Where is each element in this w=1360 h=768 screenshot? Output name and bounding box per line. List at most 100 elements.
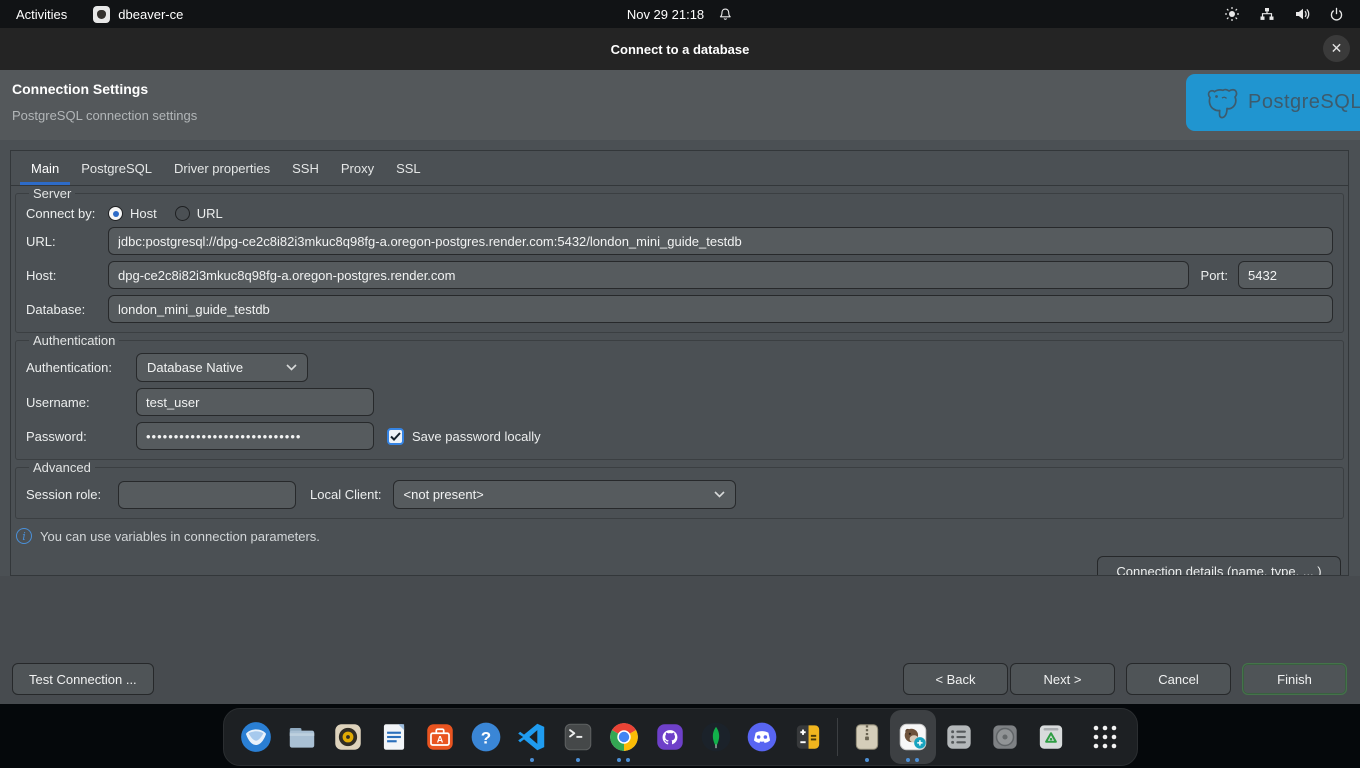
dock-item-libreoffice-writer[interactable] (371, 710, 417, 764)
dbeaver-app-icon (93, 6, 110, 23)
connect-by-url-radio[interactable] (175, 206, 190, 221)
finish-button[interactable]: Finish (1242, 663, 1347, 695)
ubuntu-software-icon: A (423, 720, 457, 754)
next-button[interactable]: Next > (1010, 663, 1115, 695)
database-input[interactable] (108, 295, 1333, 323)
running-indicator (865, 758, 869, 762)
clock-menu[interactable]: Nov 29 21:18 (627, 7, 733, 22)
tab-ssl[interactable]: SSL (385, 154, 432, 185)
system-status-menu[interactable] (1224, 0, 1360, 28)
show-applications-icon (1090, 722, 1120, 752)
authentication-group: Authentication Authentication: Database … (15, 333, 1344, 460)
connect-by-host-radio[interactable] (108, 206, 123, 221)
host-row: Host: Port: (26, 261, 1333, 289)
server-group-legend: Server (29, 186, 75, 201)
tab-proxy[interactable]: Proxy (330, 154, 385, 185)
svg-text:A: A (436, 735, 443, 745)
dock-separator (837, 718, 838, 756)
dialog-title: Connect to a database (611, 42, 750, 57)
wizard-header: Connection Settings PostgreSQL connectio… (0, 70, 1360, 140)
connect-by-host-label[interactable]: Host (130, 206, 157, 221)
terminal-icon (561, 720, 595, 754)
authentication-group-legend: Authentication (29, 333, 119, 348)
dialog-button-area: Test Connection ... < Back Next > Cancel… (0, 576, 1360, 704)
postgresql-wordmark: PostgreSQL (1248, 91, 1360, 114)
port-label: Port: (1201, 268, 1228, 283)
password-label: Password: (26, 429, 136, 444)
tab-main[interactable]: Main (20, 154, 70, 185)
disc-burner-icon (988, 720, 1022, 754)
cancel-button[interactable]: Cancel (1126, 663, 1231, 695)
rhythmbox-icon (331, 720, 365, 754)
session-role-input[interactable] (118, 481, 296, 509)
url-label: URL: (26, 234, 108, 249)
dock-item-rhythmbox[interactable] (325, 710, 371, 764)
local-client-select[interactable]: <not present> (393, 480, 736, 509)
username-input[interactable] (136, 388, 374, 416)
thunderbird-icon (239, 720, 273, 754)
dock-item-archive-manager[interactable] (844, 710, 890, 764)
dock-item-chrome[interactable] (601, 710, 647, 764)
back-button[interactable]: < Back (903, 663, 1008, 695)
files-icon (285, 720, 319, 754)
github-desktop-icon (653, 720, 687, 754)
dock-item-discord[interactable] (739, 710, 785, 764)
activities-button[interactable]: Activities (16, 7, 67, 22)
dock-item-disc-burner[interactable] (982, 710, 1028, 764)
dock-item-thunderbird[interactable] (233, 710, 279, 764)
trash-icon (1034, 720, 1068, 754)
username-row: Username: (26, 388, 1333, 416)
running-indicator (906, 758, 919, 762)
dock-item-help[interactable]: ? (463, 710, 509, 764)
settings-list-icon (942, 720, 976, 754)
authentication-selected-value: Database Native (147, 360, 286, 375)
authentication-select[interactable]: Database Native (136, 353, 308, 382)
advanced-group-legend: Advanced (29, 460, 95, 475)
auth-type-row: Authentication: Database Native (26, 353, 1333, 382)
password-row: Password: Save password locally (26, 422, 1333, 450)
port-input[interactable] (1238, 261, 1333, 289)
connect-by-url-label[interactable]: URL (197, 206, 223, 221)
tab-ssh[interactable]: SSH (281, 154, 330, 185)
dock-item-mongodb[interactable] (693, 710, 739, 764)
dock-item-settings-list[interactable] (936, 710, 982, 764)
calculator-icon (791, 720, 825, 754)
info-icon: i (16, 528, 32, 544)
tab-driver-properties[interactable]: Driver properties (163, 154, 281, 185)
page-subtitle: PostgreSQL connection settings (12, 108, 197, 123)
save-password-checkbox[interactable] (387, 428, 404, 445)
database-row: Database: (26, 295, 1333, 323)
dock-item-github-desktop[interactable] (647, 710, 693, 764)
focused-app-menu[interactable]: dbeaver-ce (93, 6, 183, 23)
page-title: Connection Settings (12, 81, 148, 97)
connection-details-button[interactable]: Connection details (name, type, ... ) (1097, 556, 1341, 576)
dock-item-dbeaver[interactable] (890, 710, 936, 764)
url-input[interactable] (108, 227, 1333, 255)
test-connection-button[interactable]: Test Connection ... (12, 663, 154, 695)
vscode-icon (515, 720, 549, 754)
dock-item-trash[interactable] (1028, 710, 1074, 764)
tab-postgresql[interactable]: PostgreSQL (70, 154, 163, 185)
dialog-content: Main PostgreSQL Driver properties SSH Pr… (0, 140, 1360, 576)
password-input[interactable] (136, 422, 374, 450)
dock-item-vscode[interactable] (509, 710, 555, 764)
checkmark-icon (390, 432, 401, 441)
dock-item-files[interactable] (279, 710, 325, 764)
libreoffice-writer-icon (377, 720, 411, 754)
save-password-label[interactable]: Save password locally (412, 429, 541, 444)
network-icon (1259, 6, 1275, 22)
local-client-label: Local Client: (310, 487, 382, 502)
dock-item-terminal[interactable] (555, 710, 601, 764)
dock: A ? (223, 708, 1138, 766)
dock-item-show-applications[interactable] (1082, 710, 1128, 764)
postgresql-logo: PostgreSQL (1186, 74, 1360, 131)
dialog-title-bar: Connect to a database ✕ (0, 28, 1360, 70)
info-text: You can use variables in connection para… (40, 529, 320, 544)
close-icon[interactable]: ✕ (1323, 35, 1350, 62)
server-group: Server Connect by: Host URL URL: Host: P… (15, 186, 1344, 333)
host-input[interactable] (108, 261, 1189, 289)
power-icon (1329, 7, 1344, 22)
dock-item-calculator[interactable] (785, 710, 831, 764)
clock-text: Nov 29 21:18 (627, 7, 704, 22)
dock-item-ubuntu-software[interactable]: A (417, 710, 463, 764)
